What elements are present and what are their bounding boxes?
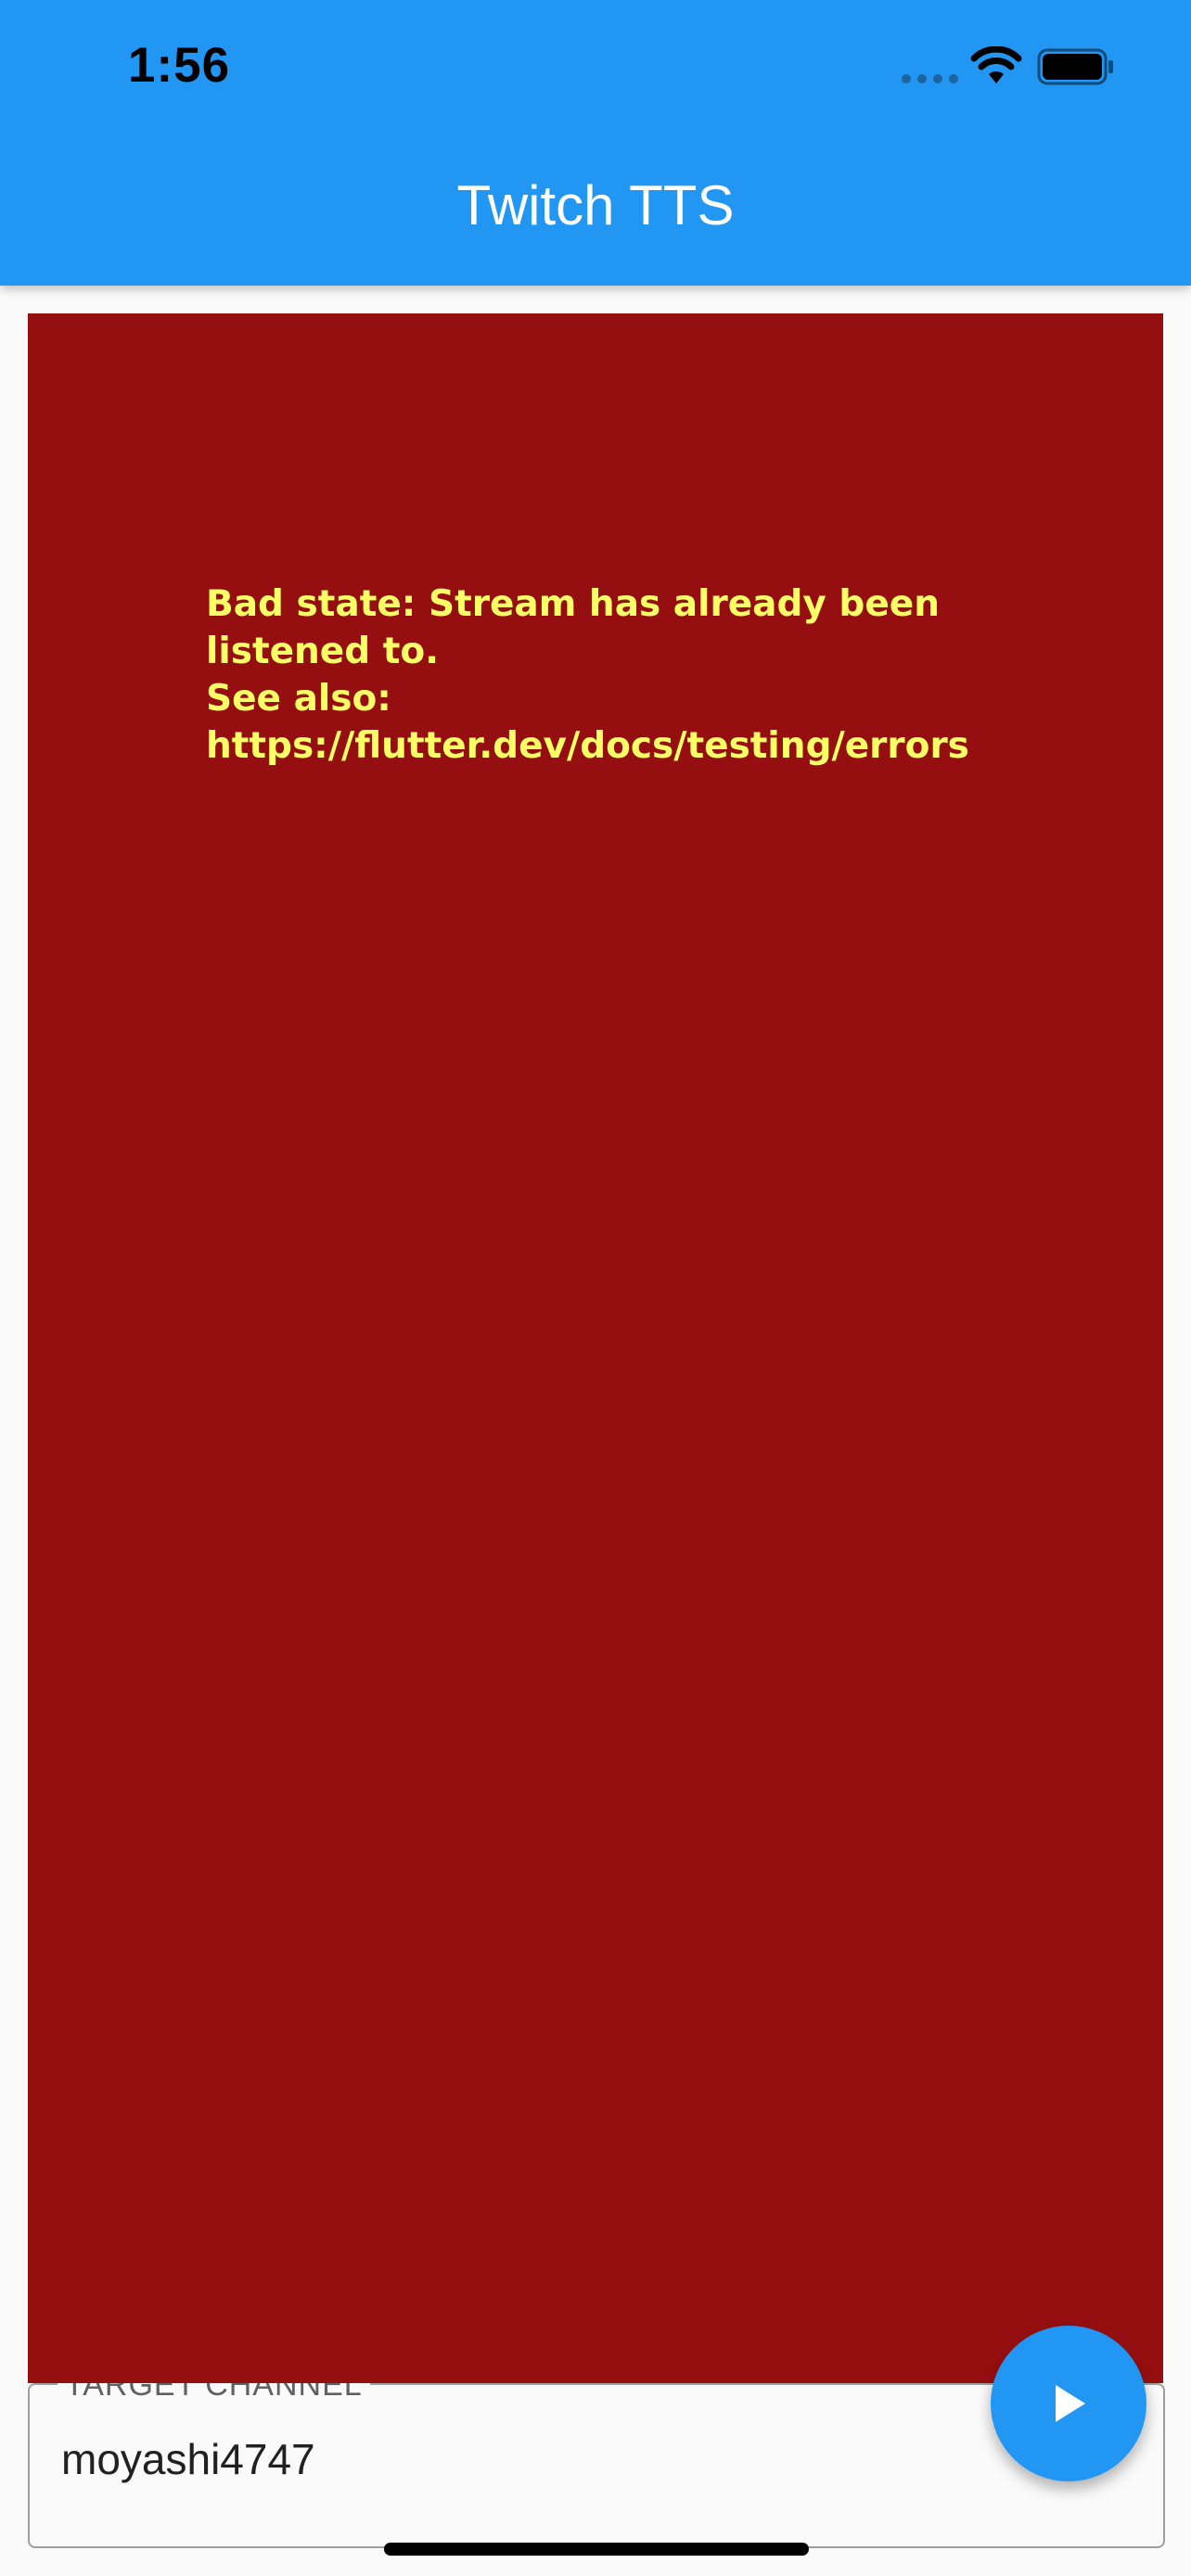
- error-line: See also:: [206, 678, 391, 720]
- error-message: Bad state: Stream has already been liste…: [206, 580, 1022, 770]
- error-link: https://flutter.dev/docs/testing/errors: [206, 725, 969, 767]
- home-indicator[interactable]: [384, 2543, 809, 2556]
- app-title: Twitch TTS: [456, 174, 735, 236]
- status-time: 1:56: [128, 38, 231, 93]
- target-channel-input[interactable]: moyashi4747: [61, 2433, 315, 2485]
- wifi-icon: [970, 46, 1022, 83]
- battery-icon: [1037, 48, 1113, 85]
- error-panel: Bad state: Stream has already been liste…: [28, 313, 1163, 2383]
- error-line: listened to.: [206, 631, 440, 672]
- play-icon: [1056, 2385, 1085, 2422]
- error-line: Bad state: Stream has already been: [206, 583, 940, 625]
- play-button[interactable]: [991, 2326, 1146, 2481]
- cellular-signal-icon: [902, 74, 959, 83]
- app-bar: 1:56 Twitch TTS: [0, 0, 1191, 286]
